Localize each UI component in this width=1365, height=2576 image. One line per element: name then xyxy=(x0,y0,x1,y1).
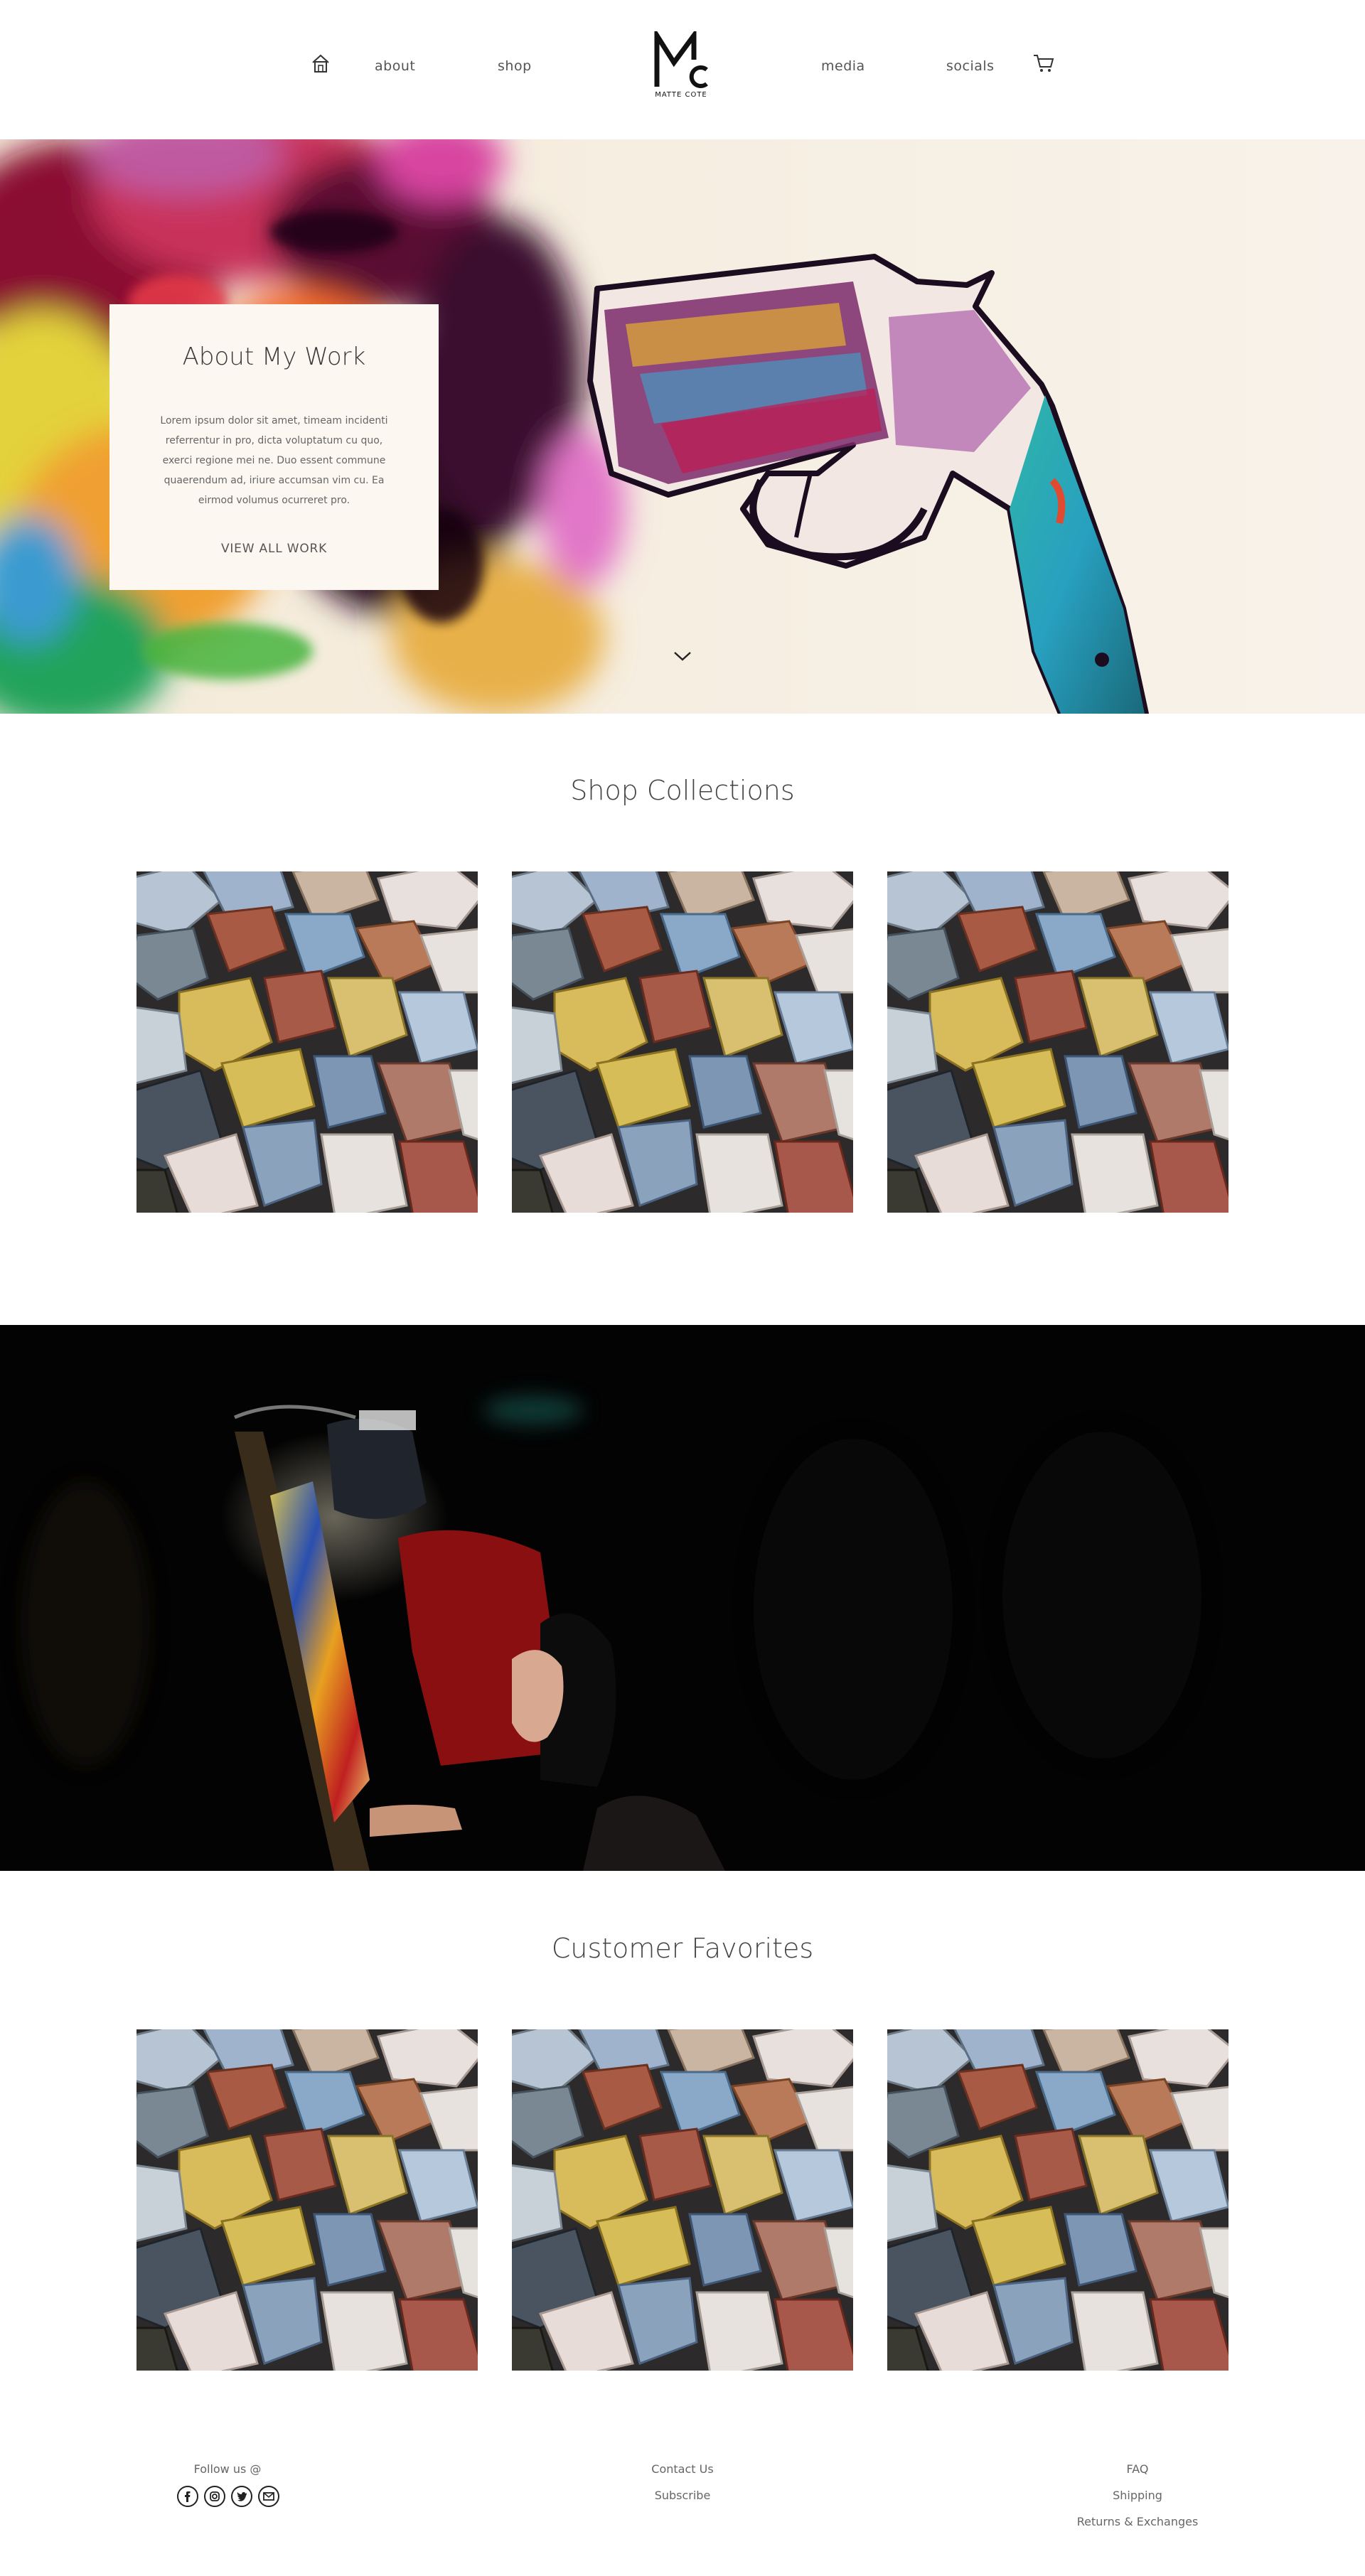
email-icon[interactable] xyxy=(257,2485,280,2508)
about-card: About My Work Lorem ipsum dolor sit amet… xyxy=(109,304,439,590)
top-navigation: about shop MATTE COTE media socials xyxy=(0,0,1365,139)
nav-link-about[interactable]: about xyxy=(375,58,415,74)
nav-link-socials[interactable]: socials xyxy=(946,58,995,74)
home-icon[interactable] xyxy=(310,53,331,74)
product-tile[interactable] xyxy=(887,2029,1228,2371)
follow-us-label: Follow us @ xyxy=(193,2462,262,2476)
nav-link-shop[interactable]: shop xyxy=(498,58,532,74)
about-card-title: About My Work xyxy=(182,343,366,371)
faq-link[interactable]: FAQ xyxy=(1031,2462,1244,2476)
artist-painting-image xyxy=(0,1325,1365,1871)
nav-link-media[interactable]: media xyxy=(821,58,865,74)
collection-tile[interactable] xyxy=(887,871,1228,1213)
contact-us-link[interactable]: Contact Us xyxy=(611,2462,754,2476)
collection-tile[interactable] xyxy=(512,871,853,1213)
customer-favorites-title: Customer Favorites xyxy=(551,1933,814,1964)
twitter-icon[interactable] xyxy=(230,2485,253,2508)
collection-tile[interactable] xyxy=(136,871,478,1213)
shipping-link[interactable]: Shipping xyxy=(1031,2489,1244,2502)
social-icons xyxy=(176,2485,283,2509)
product-tile[interactable] xyxy=(512,2029,853,2371)
hero-banner: About My Work Lorem ipsum dolor sit amet… xyxy=(0,139,1365,714)
site-footer: Follow us @ Contact Us Subscribe FAQ Shi… xyxy=(0,2445,1365,2576)
facebook-icon[interactable] xyxy=(176,2485,199,2508)
logo-text: MATTE COTE xyxy=(655,91,707,99)
returns-exchanges-link[interactable]: Returns & Exchanges xyxy=(1031,2515,1244,2528)
artist-painting-banner xyxy=(0,1325,1365,1871)
instagram-icon[interactable] xyxy=(203,2485,226,2508)
about-card-body: Lorem ipsum dolor sit amet, timeam incid… xyxy=(160,415,388,506)
shop-collections-title: Shop Collections xyxy=(570,775,795,806)
chevron-down-icon[interactable] xyxy=(673,650,692,662)
subscribe-link[interactable]: Subscribe xyxy=(611,2489,754,2502)
brand-logo[interactable]: MATTE COTE xyxy=(651,31,712,107)
view-all-work-link[interactable]: VIEW ALL WORK xyxy=(109,542,439,556)
cart-icon[interactable] xyxy=(1032,53,1055,74)
product-tile[interactable] xyxy=(136,2029,478,2371)
